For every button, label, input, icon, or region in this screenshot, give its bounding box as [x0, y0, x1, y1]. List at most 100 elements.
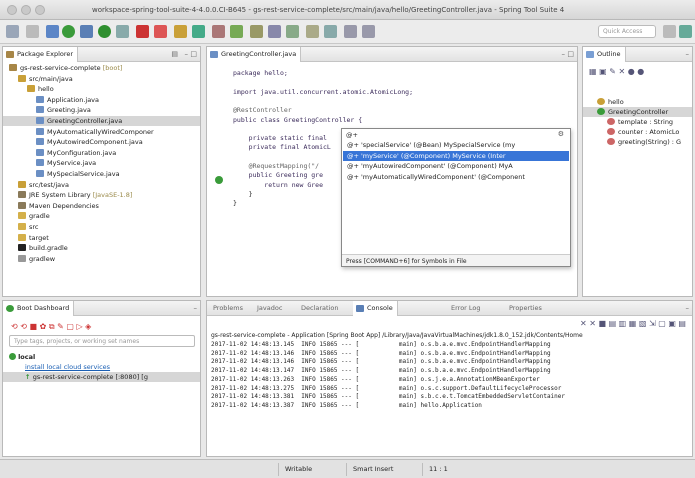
outline-toolbar-icons[interactable]: ▦ ▣ ✎ ✕ ● ●	[589, 67, 644, 76]
search-icon[interactable]	[230, 25, 243, 38]
maximize-icon[interactable]: □	[190, 50, 197, 58]
outline-item[interactable]: greeting(String) : G	[583, 137, 692, 147]
back-icon[interactable]	[344, 25, 357, 38]
assist-proposal[interactable]: @+ 'myService' (@Component) MyService (I…	[343, 150, 569, 161]
gear-icon[interactable]: ⚙	[558, 130, 564, 138]
toggle-mark-icon[interactable]	[286, 25, 299, 38]
prev-annotation-icon[interactable]	[324, 25, 337, 38]
java-file-icon	[210, 51, 218, 58]
next-annotation-icon[interactable]	[306, 25, 319, 38]
tab-outline[interactable]: Outline	[583, 47, 626, 62]
tree-item[interactable]: build.gradle	[3, 243, 200, 253]
close-window-button[interactable]	[7, 5, 17, 15]
folder-icon	[18, 233, 26, 241]
tab-boot-dashboard[interactable]: Boot Dashboard	[3, 301, 75, 316]
tree-item[interactable]: Maven Dependencies	[3, 201, 200, 211]
code-line: return new Gree	[233, 180, 324, 189]
assist-proposal[interactable]: @+ 'specialService' (@Bean) MySpecialSer…	[343, 140, 569, 150]
tab-javadoc[interactable]: Javadoc	[257, 304, 282, 312]
code-line: }	[233, 199, 237, 208]
tab-declaration[interactable]: Declaration	[301, 304, 338, 312]
outline-item-label: template : String	[618, 118, 674, 126]
tab-problems[interactable]: Problems	[213, 304, 243, 312]
code-line: @RequestMapping("/	[233, 162, 320, 170]
save-icon[interactable]	[26, 25, 39, 38]
tab-properties[interactable]: Properties	[509, 304, 542, 312]
external-tools-icon[interactable]	[116, 25, 129, 38]
tree-item[interactable]: src/main/java	[3, 74, 200, 84]
debug-icon[interactable]	[46, 25, 59, 38]
content-assist-input[interactable]: @+	[346, 131, 358, 139]
file-icon	[18, 254, 26, 262]
maximize-icon[interactable]: □	[567, 50, 574, 58]
tree-item[interactable]: MyService.java	[3, 158, 200, 168]
tree-item-label: src/main/java	[29, 74, 73, 83]
outline-item[interactable]: GreetingController	[583, 107, 692, 117]
minimize-icon[interactable]: –	[185, 50, 189, 58]
tree-item[interactable]: target	[3, 233, 200, 243]
tree-item[interactable]: Greeting.java	[3, 105, 200, 115]
minimize-icon[interactable]: –	[194, 304, 198, 312]
collapse-all-icon[interactable]: ▤	[171, 50, 178, 58]
boot-app-row[interactable]: ↑ gs-rest-service-complete [:8080] [g	[3, 372, 200, 382]
assist-proposal[interactable]: @+ 'myAutomaticallyWiredComponent' (@Com…	[343, 172, 569, 182]
tab-greeting-controller[interactable]: GreetingController.java	[207, 47, 302, 62]
outline-item-icon	[597, 108, 605, 115]
boot-dashboard-actions[interactable]: ⟲ ⟲ ■ ✿ ⧉ ✎ ▢ ▷ ◈	[11, 322, 91, 332]
tree-item[interactable]: gs-rest-service-complete [boot]	[3, 63, 200, 73]
console-line: 2017-11-02 14:48:13.387 INFO 15865 --- […	[211, 401, 482, 409]
show-whitespace-icon[interactable]	[268, 25, 281, 38]
tree-item[interactable]: MyConfiguration.java	[3, 148, 200, 158]
java-file-icon	[36, 138, 44, 146]
annotation-icon[interactable]	[250, 25, 263, 38]
filter-input[interactable]: Type tags, projects, or working set name…	[9, 335, 195, 347]
tab-console[interactable]: Console	[353, 301, 398, 316]
new-icon[interactable]	[6, 25, 19, 38]
tree-item[interactable]: JRE System Library [JavaSE-1.8]	[3, 190, 200, 200]
quick-access-input[interactable]: Quick Access	[598, 25, 656, 38]
local-node[interactable]: local	[3, 352, 200, 362]
forward-icon[interactable]	[362, 25, 375, 38]
title-bar: workspace-spring-tool-suite-4-4.0.0.CI-B…	[0, 0, 695, 20]
outline-item[interactable]: template : String	[583, 117, 692, 127]
tab-error-log[interactable]: Error Log	[451, 304, 481, 312]
console-line: 2017-11-02 14:48:13.146 INFO 15865 --- […	[211, 349, 551, 357]
tree-item[interactable]: src/test/java	[3, 180, 200, 190]
zoom-window-button[interactable]	[35, 5, 45, 15]
minimize-icon[interactable]: –	[686, 304, 690, 312]
tree-item[interactable]: MyAutowiredComponent.java	[3, 137, 200, 147]
console-toolbar-icons[interactable]: ✕ ✕ ■ ▤ ▥ ▦ ▧ ⇲ ▢ ▣ ▤	[580, 319, 686, 328]
tree-item-label: MyAutomaticallyWiredComponer	[47, 127, 154, 136]
tree-item[interactable]: gradlew	[3, 254, 200, 264]
tree-item[interactable]: MySpecialService.java	[3, 169, 200, 179]
relaunch-icon[interactable]	[154, 25, 167, 38]
tree-item[interactable]: MyAutomaticallyWiredComponer	[3, 127, 200, 137]
perspective-icon[interactable]	[663, 25, 676, 38]
tree-item-label: MyAutowiredComponent.java	[47, 138, 143, 147]
new-java-project-icon[interactable]	[192, 25, 205, 38]
outline-item[interactable]: hello	[583, 97, 692, 107]
spring-perspective-icon[interactable]	[679, 25, 692, 38]
tree-item-label: hello	[38, 85, 54, 94]
install-cloud-link[interactable]: install local cloud services	[3, 362, 200, 372]
tab-package-explorer[interactable]: Package Explorer	[3, 47, 79, 62]
tree-item[interactable]: Application.java	[3, 95, 200, 105]
run-icon[interactable]	[62, 25, 75, 38]
tree-item[interactable]: src	[3, 222, 200, 232]
status-cursor-position: 11 : 1	[422, 463, 454, 476]
code-line: private final AtomicL	[233, 143, 331, 152]
outline-item[interactable]: counter : AtomicLo	[583, 127, 692, 137]
minimize-icon[interactable]: –	[686, 50, 690, 58]
assist-proposal[interactable]: @+ 'myAutowiredComponent' (@Component) M…	[343, 161, 569, 171]
tree-item[interactable]: hello	[3, 84, 200, 94]
boot-run-icon[interactable]	[98, 25, 111, 38]
tree-item[interactable]: GreetingController.java	[3, 116, 200, 126]
stop-icon[interactable]	[136, 25, 149, 38]
open-type-icon[interactable]	[212, 25, 225, 38]
minimize-icon[interactable]: –	[562, 50, 566, 58]
minimize-window-button[interactable]	[21, 5, 31, 15]
package-explorer-panel: Package Explorer ▤ – □ gs-rest-service-c…	[2, 46, 201, 297]
new-server-icon[interactable]	[174, 25, 187, 38]
tool-icon[interactable]	[80, 25, 93, 38]
tree-item[interactable]: gradle	[3, 211, 200, 221]
